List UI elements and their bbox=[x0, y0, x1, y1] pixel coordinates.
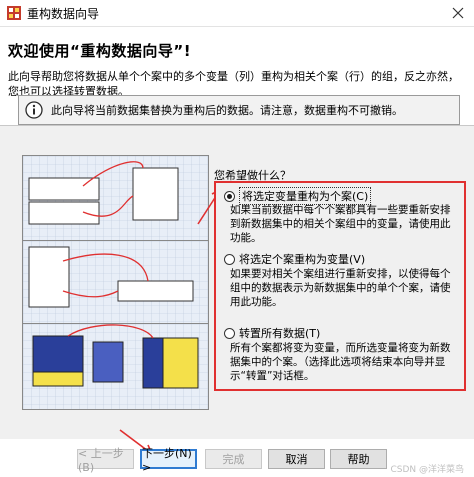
page-heading: 欢迎使用“重构数据向导”! bbox=[8, 42, 192, 60]
radio-variables-to-cases[interactable] bbox=[224, 190, 235, 202]
options-panel: 将选定变量重构为个案(C) 如果当前数据中每个个案都具有一些要重新安排到新数据集… bbox=[214, 181, 466, 391]
wizard-app-icon bbox=[6, 5, 22, 21]
option-description: 所有个案都将变为变量，而所选变量将变为新数据集中的个案。（选择此选项将结束本向导… bbox=[230, 342, 451, 382]
radio-transpose-all[interactable] bbox=[224, 327, 235, 339]
window-title: 重构数据向导 bbox=[27, 6, 100, 21]
info-icon bbox=[25, 101, 43, 119]
cases-to-variables-illustration bbox=[22, 240, 209, 327]
variables-to-cases-illustration bbox=[22, 155, 209, 242]
back-button[interactable]: < 上一步(B) bbox=[77, 447, 134, 474]
watermark: CSDN @洋洋菜鸟 bbox=[390, 465, 464, 475]
option-transpose-all[interactable]: 转置所有数据(T) bbox=[224, 325, 320, 341]
next-button[interactable]: 下一步(N) > bbox=[140, 447, 197, 474]
title-bar: 重构数据向导 bbox=[0, 0, 474, 27]
finish-button[interactable]: 完成 bbox=[205, 449, 262, 469]
help-button[interactable]: 帮助 bbox=[330, 449, 387, 469]
info-box: 此向导将当前数据集替换为重构后的数据。请注意，数据重构不可撤销。 bbox=[18, 95, 460, 125]
option-label: 转置所有数据(T) bbox=[239, 327, 321, 340]
option-cases-to-variables[interactable]: 将选定个案重构为变量(V) bbox=[224, 251, 365, 267]
radio-cases-to-variables[interactable] bbox=[224, 253, 235, 265]
close-icon[interactable] bbox=[448, 3, 468, 23]
info-text: 此向导将当前数据集替换为重构后的数据。请注意，数据重构不可撤销。 bbox=[51, 104, 403, 117]
cancel-button[interactable]: 取消 bbox=[268, 449, 325, 469]
option-description: 如果要对相关个案组进行重新安排，以使得每个组中的数据表示为新数据集中的单个个案，… bbox=[230, 268, 451, 308]
option-label: 将选定个案重构为变量(V) bbox=[239, 253, 366, 266]
option-description: 如果当前数据中每个个案都具有一些要重新安排到新数据集中的相关个案组中的变量，请使… bbox=[230, 204, 451, 244]
transpose-illustration bbox=[22, 323, 209, 410]
